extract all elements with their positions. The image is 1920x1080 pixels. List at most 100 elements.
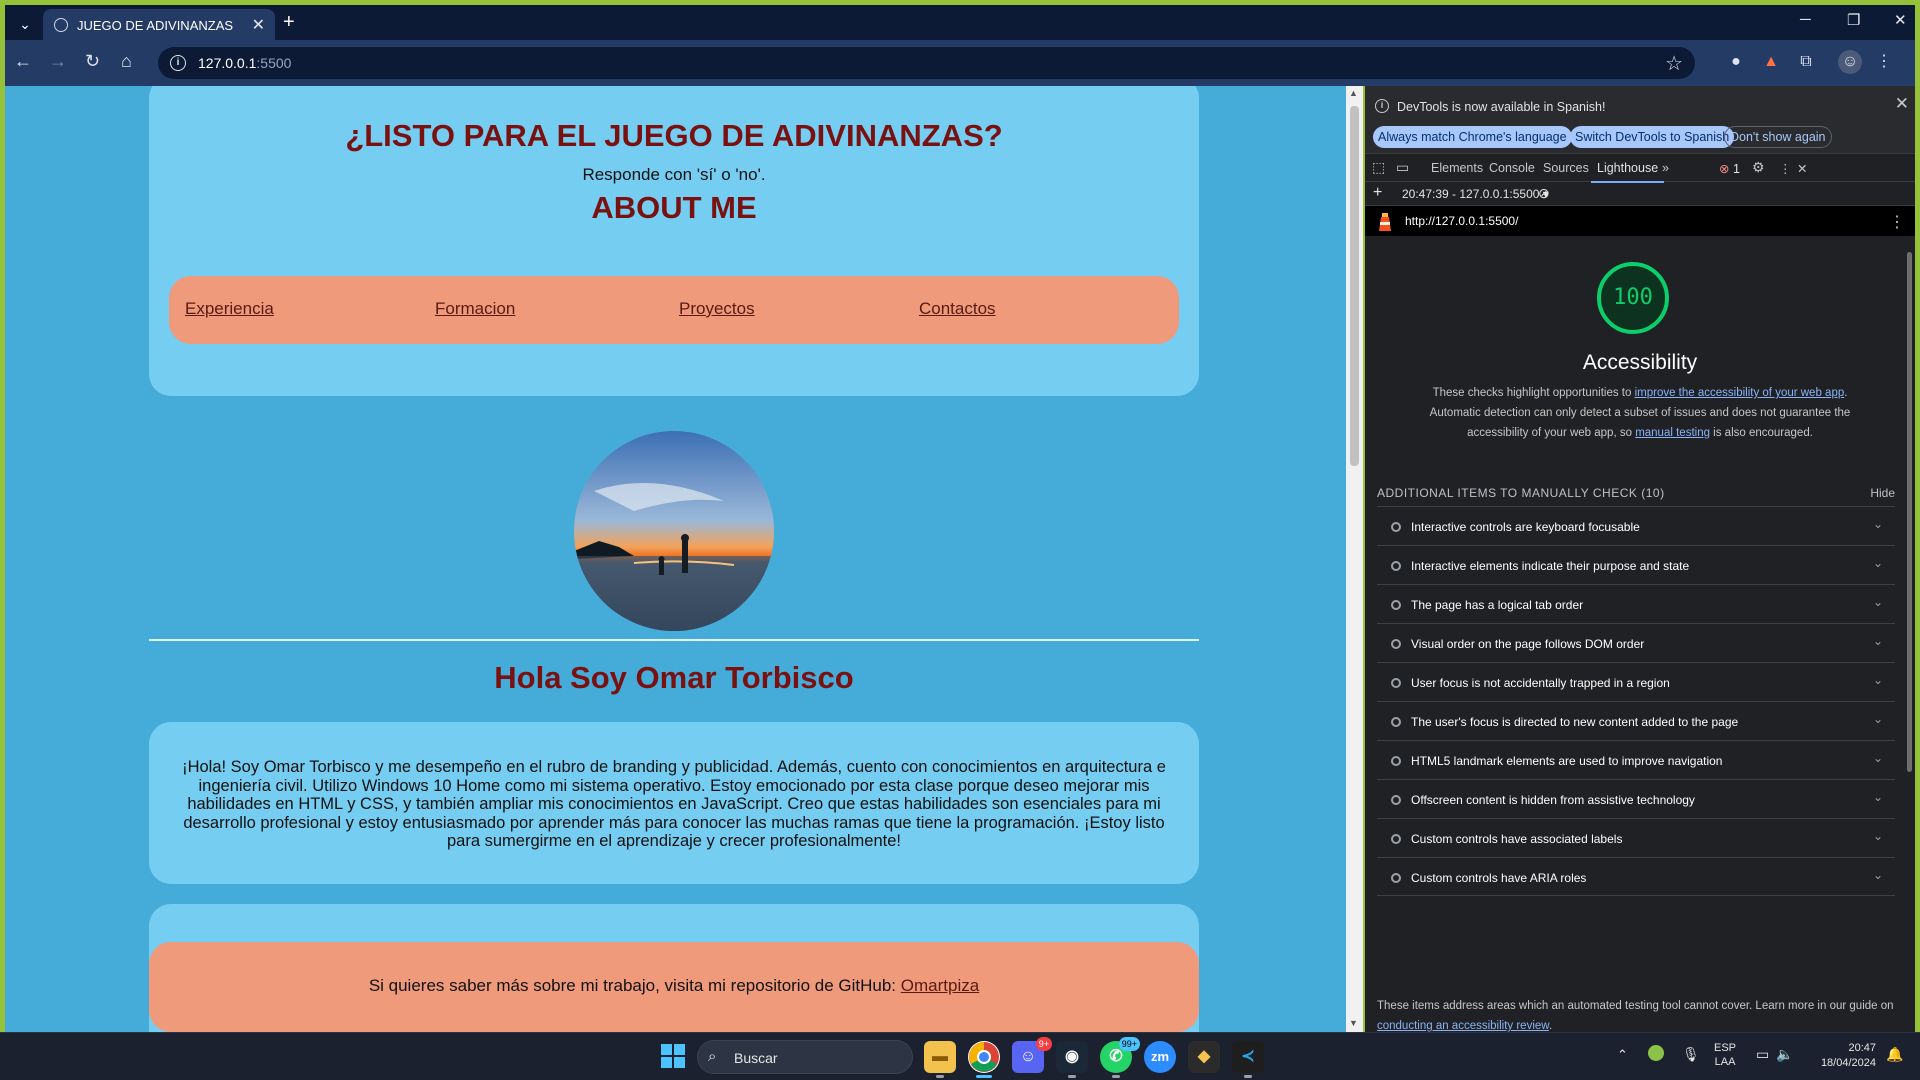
- restore-button[interactable]: ❐: [1847, 11, 1860, 29]
- error-count-badge[interactable]: ⊗ 1: [1719, 161, 1740, 176]
- manual-testing-link[interactable]: manual testing: [1635, 427, 1710, 439]
- audit-item[interactable]: Visual order on the page follows DOM ord…: [1377, 623, 1895, 662]
- manual-check-icon: [1391, 873, 1401, 883]
- extension-icon[interactable]: ●: [1724, 50, 1748, 74]
- extensions-puzzle-icon[interactable]: ⧉: [1794, 50, 1818, 74]
- scrollbar-thumb[interactable]: [1350, 106, 1359, 466]
- new-report-icon[interactable]: +: [1373, 184, 1382, 202]
- file-explorer-icon[interactable]: ▬: [924, 1041, 956, 1078]
- tab-lighthouse[interactable]: Lighthouse: [1590, 161, 1665, 183]
- settings-gear-icon[interactable]: ⚙: [1752, 159, 1765, 176]
- header-card: ¿LISTO PARA EL JUEGO DE ADIVINANZAS? Res…: [149, 86, 1199, 396]
- clock[interactable]: 20:47 18/04/2024: [1810, 1041, 1876, 1071]
- windows-start-icon[interactable]: [661, 1044, 685, 1068]
- close-tab-icon[interactable]: ✕: [252, 15, 265, 35]
- close-devtools-icon[interactable]: ✕: [1797, 161, 1807, 176]
- network-icon[interactable]: ▭: [1756, 1046, 1769, 1063]
- close-banner-icon[interactable]: ✕: [1895, 94, 1909, 114]
- audit-item[interactable]: Custom controls have associated labels ⌄: [1377, 818, 1895, 857]
- scroll-up-arrow[interactable]: ▲: [1349, 88, 1358, 98]
- page-title: ¿LISTO PARA EL JUEGO DE ADIVINANZAS?: [345, 118, 1003, 153]
- scroll-down-arrow[interactable]: ▼: [1349, 1018, 1358, 1028]
- back-button[interactable]: ←: [14, 51, 32, 72]
- nav-link-proyectos[interactable]: Proyectos: [679, 299, 755, 319]
- audit-item[interactable]: User focus is not accidentally trapped i…: [1377, 662, 1895, 701]
- bookmark-star-icon[interactable]: ☆: [1665, 51, 1683, 76]
- chevron-down-icon: ⌄: [1872, 517, 1883, 531]
- hide-button[interactable]: Hide: [1870, 486, 1895, 500]
- chrome-icon[interactable]: [968, 1041, 1000, 1078]
- show-hidden-icons-chevron[interactable]: ⌃: [1617, 1047, 1628, 1063]
- whatsapp-icon[interactable]: ✆ 99+: [1100, 1037, 1140, 1078]
- tab-console[interactable]: Console: [1489, 161, 1535, 175]
- manual-check-icon: [1391, 756, 1401, 766]
- new-tab-button[interactable]: +: [283, 11, 295, 34]
- report-selector[interactable]: 20:47:39 - 127.0.0.1:5500 ▾: [1402, 187, 1549, 201]
- page-scrollbar[interactable]: ▲ ▼: [1346, 86, 1363, 1032]
- git-client-icon[interactable]: ◆: [1188, 1041, 1220, 1073]
- audit-item[interactable]: Offscreen content is hidden from assisti…: [1377, 779, 1895, 818]
- report-menu-icon[interactable]: ⋮: [1889, 212, 1905, 232]
- device-toolbar-icon[interactable]: ▭: [1396, 159, 1409, 176]
- zoom-icon[interactable]: zm: [1144, 1041, 1176, 1073]
- profile-photo: [574, 431, 774, 631]
- report-url[interactable]: http://127.0.0.1:5500/: [1405, 214, 1518, 228]
- match-language-button[interactable]: Always match Chrome's language: [1373, 126, 1572, 148]
- manual-check-icon: [1391, 678, 1401, 688]
- manual-check-icon: [1391, 600, 1401, 610]
- audit-item[interactable]: Interactive elements indicate their purp…: [1377, 545, 1895, 584]
- lighthouse-toolbar: + 20:47:39 - 127.0.0.1:5500 ▾ ⊘: [1365, 182, 1915, 206]
- nav-link-formacion[interactable]: Formacion: [435, 299, 515, 319]
- manual-check-icon: [1391, 795, 1401, 805]
- lighthouse-logo-icon: [1379, 213, 1391, 231]
- audit-item[interactable]: Interactive controls are keyboard focusa…: [1377, 506, 1895, 545]
- home-button[interactable]: ⌂: [121, 51, 132, 72]
- devtools-menu-icon[interactable]: ⋮: [1779, 161, 1792, 176]
- volume-icon[interactable]: 🔈: [1776, 1046, 1793, 1063]
- address-bar[interactable]: i 127.0.0.1:5500 ☆: [158, 47, 1695, 79]
- tab-title: JUEGO DE ADIVINANZAS: [77, 18, 234, 33]
- input-language-indicator[interactable]: ESP LAA: [1714, 1041, 1736, 1069]
- category-description: These checks highlight opportunities to …: [1429, 387, 1851, 439]
- steam-icon[interactable]: ◉: [1056, 1041, 1088, 1078]
- github-link[interactable]: Omartpiza: [901, 976, 979, 995]
- devtools-scrollbar-thumb[interactable]: [1907, 252, 1912, 772]
- chevron-down-icon: ⌄: [1872, 790, 1883, 804]
- notifications-bell-icon[interactable]: 🔔: [1886, 1046, 1903, 1063]
- audit-item[interactable]: Custom controls have ARIA roles ⌄: [1377, 857, 1895, 896]
- more-tabs-icon[interactable]: »: [1662, 161, 1669, 175]
- dont-show-again-button[interactable]: Don't show again: [1724, 126, 1832, 148]
- reload-button[interactable]: ↻: [85, 51, 100, 72]
- minimize-button[interactable]: ─: [1800, 11, 1811, 28]
- section-nav: Experiencia Formacion Proyectos Contacto…: [169, 276, 1179, 344]
- tray-app-icon[interactable]: [1648, 1045, 1664, 1061]
- tab-search-button[interactable]: ⌄: [12, 11, 38, 37]
- forward-button[interactable]: →: [49, 51, 67, 72]
- profile-avatar[interactable]: ☺: [1838, 50, 1862, 74]
- vscode-icon[interactable]: ≺: [1232, 1041, 1264, 1078]
- audit-item[interactable]: The page has a logical tab order ⌄: [1377, 584, 1895, 623]
- accessibility-review-link[interactable]: conducting an accessibility review: [1377, 1020, 1549, 1032]
- close-window-button[interactable]: ✕: [1894, 11, 1907, 29]
- microphone-icon[interactable]: 🎙: [1682, 1046, 1700, 1063]
- devtools-scrollbar[interactable]: [1904, 242, 1915, 1032]
- audit-item[interactable]: HTML5 landmark elements are used to impr…: [1377, 740, 1895, 779]
- active-tab[interactable]: JUEGO DE ADIVINANZAS ✕: [43, 9, 275, 41]
- improve-accessibility-link[interactable]: improve the accessibility of your web ap…: [1635, 387, 1845, 399]
- nav-link-contactos[interactable]: Contactos: [919, 299, 996, 319]
- switch-spanish-button[interactable]: Switch DevTools to Spanish: [1570, 126, 1735, 148]
- search-placeholder: Buscar: [734, 1050, 778, 1066]
- discord-icon[interactable]: ☺ 9+: [1012, 1037, 1052, 1073]
- tab-strip: ⌄ JUEGO DE ADIVINANZAS ✕ + ─ ❐ ✕: [5, 5, 1915, 41]
- taskbar-search-box[interactable]: ⌕ Buscar: [697, 1040, 913, 1074]
- nav-link-experiencia[interactable]: Experiencia: [185, 299, 274, 319]
- site-info-icon[interactable]: i: [170, 55, 186, 71]
- lighthouse-extension-icon[interactable]: ▲: [1759, 50, 1783, 74]
- clear-reports-icon[interactable]: ⊘: [1538, 185, 1550, 202]
- url-text[interactable]: 127.0.0.1:5500: [198, 55, 291, 71]
- audit-item[interactable]: The user's focus is directed to new cont…: [1377, 701, 1895, 740]
- tab-elements[interactable]: Elements: [1431, 161, 1483, 175]
- inspect-element-icon[interactable]: ⬚: [1372, 159, 1385, 176]
- menu-kebab-icon[interactable]: ⋮: [1872, 50, 1896, 74]
- tab-sources[interactable]: Sources: [1543, 161, 1589, 175]
